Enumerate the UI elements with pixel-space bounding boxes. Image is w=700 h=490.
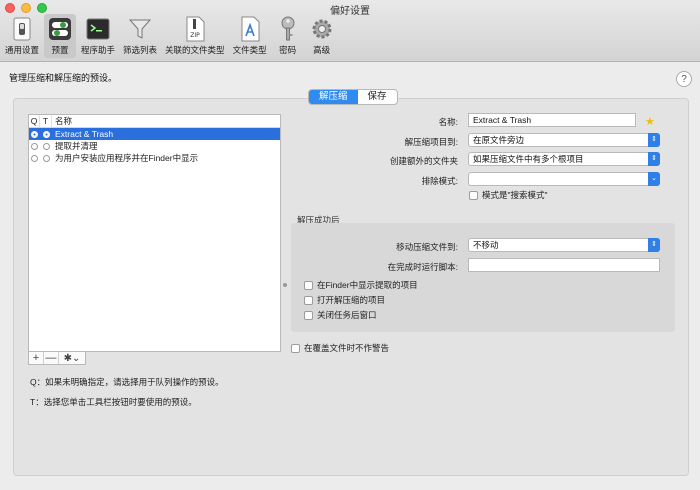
checkbox-box[interactable]	[469, 190, 478, 200]
split-view-handle[interactable]	[283, 283, 287, 287]
toolbar-preset-radio[interactable]	[42, 142, 50, 150]
no-overwrite-warning-checkbox[interactable]: 在覆盖文件时不作警告	[291, 342, 389, 354]
toolbar-preset-radio[interactable]	[42, 130, 50, 138]
search-mode-label: 模式是"搜索模式"	[482, 190, 548, 200]
toolbar-helpers[interactable]: 程序助手	[78, 14, 118, 58]
toolbar-label: 程序助手	[81, 45, 116, 55]
move-archive-label: 移动压缩文件到:	[396, 242, 458, 252]
move-archive-value: 不移动	[473, 240, 499, 250]
close-window-label: 关闭任务后窗口	[317, 310, 377, 320]
remove-preset-button[interactable]: —	[44, 352, 59, 364]
checkbox-box[interactable]	[304, 295, 313, 305]
favorite-star-icon[interactable]: ★	[645, 115, 655, 128]
toolbar-advanced[interactable]: 高级	[306, 14, 338, 58]
queue-preset-radio[interactable]	[31, 130, 38, 138]
chevron-down-icon: ⌄	[648, 172, 660, 186]
toolbar-filter-list[interactable]: 筛选列表	[120, 14, 160, 58]
checkbox-box[interactable]	[304, 310, 313, 320]
run-script-label: 在完成时运行脚本:	[387, 262, 458, 272]
svg-text:ZIP: ZIP	[190, 32, 200, 39]
move-archive-select[interactable]: 不移动 ⇕	[468, 238, 660, 252]
show-in-finder-label: 在Finder中显示提取的项目	[317, 280, 418, 290]
toolbar-general[interactable]: 通用设置	[2, 14, 42, 58]
tab-save[interactable]: 保存	[358, 90, 397, 104]
gear-icon	[309, 16, 335, 42]
general-switch-icon	[9, 16, 35, 42]
close-window-checkbox[interactable]: 关闭任务后窗口	[304, 309, 377, 321]
exclude-pattern-combo[interactable]: ⌄	[468, 172, 660, 186]
create-folder-label: 创建额外的文件夹	[389, 156, 458, 166]
toolbar: 通用设置 预置 程序助手 筛选列表 ZIP 关联的文件类型 文件类型 密码 高级	[2, 14, 338, 58]
extract-to-label: 解压缩项目到:	[404, 137, 458, 147]
table-row[interactable]: 提取并清理	[29, 140, 280, 152]
toolbar-label: 高级	[313, 45, 331, 55]
toolbar-note: T：选择您单击工具栏按钮时要使用的预设。	[30, 397, 197, 407]
funnel-icon	[127, 16, 153, 42]
exclude-label: 排除模式:	[421, 176, 458, 186]
extract-to-select[interactable]: 在原文件旁边 ⇕	[468, 133, 660, 147]
toolbar-label: 密码	[279, 45, 297, 55]
toolbar-preset-radio[interactable]	[42, 154, 50, 162]
terminal-icon	[85, 16, 111, 42]
column-header-t[interactable]: T	[40, 115, 52, 127]
preset-name: Extract & Trash	[55, 129, 114, 139]
zip-document-icon: ZIP	[182, 16, 208, 42]
toolbar-associated-file-types[interactable]: ZIP 关联的文件类型	[162, 14, 228, 58]
table-header: Q T 名称	[29, 115, 280, 128]
preset-name-field[interactable]: Extract & Trash	[468, 113, 636, 127]
search-mode-checkbox[interactable]: 模式是"搜索模式"	[469, 189, 548, 201]
toolbar-label: 文件类型	[232, 45, 267, 55]
preset-name: 为用户安装应用程序并在Finder中显示	[55, 153, 199, 163]
presets-icon	[47, 16, 73, 42]
show-in-finder-checkbox[interactable]: 在Finder中显示提取的项目	[304, 279, 418, 291]
add-preset-button[interactable]: +	[29, 352, 44, 364]
preset-mode-tabs: 解压缩 保存	[308, 89, 398, 105]
toolbar-label: 关联的文件类型	[165, 45, 225, 55]
toolbar-label: 通用设置	[5, 45, 40, 55]
extract-to-value: 在原文件旁边	[473, 135, 525, 145]
toolbar-file-types[interactable]: 文件类型	[230, 14, 270, 58]
app-document-icon	[237, 16, 263, 42]
create-folder-value: 如果压缩文件中有多个根项目	[473, 154, 584, 164]
preset-action-menu-button[interactable]: ✱⌄	[59, 352, 85, 364]
run-script-field[interactable]	[468, 258, 660, 272]
queue-preset-radio[interactable]	[31, 142, 38, 150]
tab-extract[interactable]: 解压缩	[309, 90, 358, 104]
column-header-name[interactable]: 名称	[52, 115, 72, 127]
table-row[interactable]: 为用户安装应用程序并在Finder中显示	[29, 152, 280, 164]
preset-table: Q T 名称 Extract & Trash 提取并清理 为用户安装应用程序并在…	[28, 114, 281, 352]
name-label: 名称:	[438, 117, 458, 127]
help-button[interactable]: ?	[676, 71, 692, 87]
chevron-updown-icon: ⇕	[648, 133, 660, 147]
chevron-updown-icon: ⇕	[648, 152, 660, 166]
create-folder-select[interactable]: 如果压缩文件中有多个根项目 ⇕	[468, 152, 660, 166]
key-icon	[275, 16, 301, 42]
open-extracted-checkbox[interactable]: 打开解压缩的项目	[304, 294, 385, 306]
toolbar-presets[interactable]: 预置	[44, 14, 77, 58]
queue-preset-radio[interactable]	[31, 154, 38, 162]
table-row[interactable]: Extract & Trash	[29, 128, 280, 140]
toolbar-label: 预置	[51, 45, 69, 55]
queue-note: Q：如果未明确指定，请选择用于队列操作的预设。	[30, 377, 224, 387]
column-header-q[interactable]: Q	[29, 115, 40, 127]
toolbar-passwords[interactable]: 密码	[272, 14, 304, 58]
no-overwrite-warning-label: 在覆盖文件时不作警告	[304, 343, 390, 353]
preset-name: 提取并清理	[55, 141, 98, 151]
toolbar-label: 筛选列表	[123, 45, 158, 55]
page-description: 管理压缩和解压缩的预设。	[9, 73, 118, 83]
table-buttons: + — ✱⌄	[28, 351, 86, 365]
checkbox-box[interactable]	[304, 280, 313, 290]
title-bar: 偏好设置 通用设置 预置 程序助手 筛选列表 ZIP 关联的文件类型 文件类型 …	[0, 0, 700, 62]
chevron-updown-icon: ⇕	[648, 238, 660, 252]
checkbox-box[interactable]	[291, 343, 300, 353]
open-extracted-label: 打开解压缩的项目	[317, 295, 386, 305]
